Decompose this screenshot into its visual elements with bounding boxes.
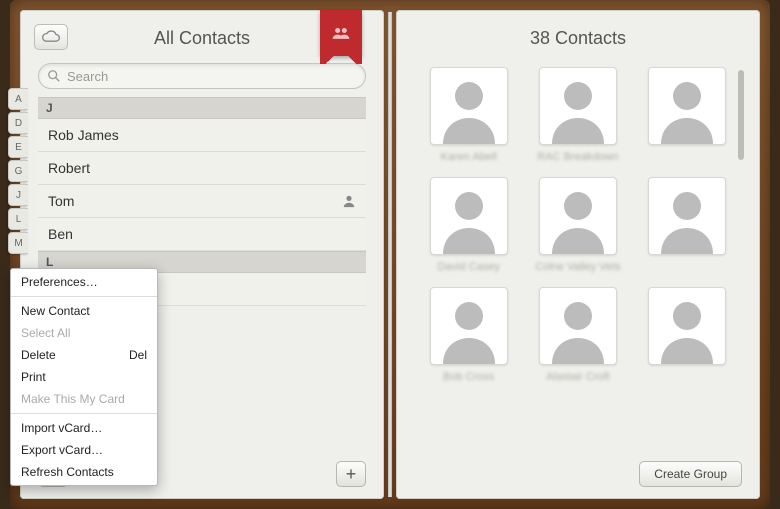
menu-item[interactable]: New Contact [11,300,157,322]
create-group-button[interactable]: Create Group [639,461,742,487]
index-tab-g[interactable]: G [8,160,28,182]
person-icon [546,74,610,144]
contact-card[interactable]: Karen Abell [424,67,513,163]
list-item[interactable]: Rob James [38,119,366,152]
right-page: 38 Contacts Karen Abell RAC Breakdown Davi… [396,10,760,499]
index-tab-m[interactable]: M [8,232,28,254]
avatar [648,177,726,255]
avatar [539,177,617,255]
contact-name: David Casey [437,261,499,273]
person-icon [546,184,610,254]
menu-item[interactable]: Import vCard… [11,417,157,439]
avatar [430,177,508,255]
person-icon [342,194,356,208]
book-spine [388,12,392,497]
contact-name: Karen Abell [441,151,497,163]
menu-item: Select All [11,322,157,344]
contact-card[interactable] [643,177,732,273]
plus-icon: + [346,464,357,485]
list-section: J [38,97,366,119]
contact-card[interactable]: Alastair Croft [533,287,622,383]
menu-item[interactable]: Export vCard… [11,439,157,461]
person-icon [546,294,610,364]
avatar [648,67,726,145]
list-item[interactable]: Tom [38,185,366,218]
list-item[interactable]: Ben [38,218,366,251]
menu-item[interactable]: Print [11,366,157,388]
contact-name: Alastair Croft [546,371,610,383]
context-menu: Preferences… New ContactSelect AllDeleteD… [10,268,158,486]
scrollbar[interactable] [738,70,744,160]
index-tabs: ADEGJLM [8,88,28,254]
avatar [430,287,508,365]
page-title-right: 38 Contacts [396,28,760,49]
search-icon [47,69,61,83]
contact-card[interactable]: Colne Valley Vets [533,177,622,273]
avatar [648,287,726,365]
index-tab-e[interactable]: E [8,136,28,158]
avatar [539,67,617,145]
index-tab-j[interactable]: J [8,184,28,206]
bookmark-ribbon[interactable] [320,10,362,56]
cloud-icon [41,30,61,44]
menu-item[interactable]: Refresh Contacts [11,461,157,483]
add-button[interactable]: + [336,461,366,487]
person-icon [655,294,719,364]
cloud-button[interactable] [34,24,68,50]
index-tab-d[interactable]: D [8,112,28,134]
menu-item[interactable]: DeleteDel [11,344,157,366]
contact-card[interactable] [643,287,732,383]
menu-item: Make This My Card [11,388,157,410]
person-icon [437,294,501,364]
contact-card[interactable]: David Casey [424,177,513,273]
menu-separator [11,296,157,297]
contact-name: Bob Cross [443,371,494,383]
contact-name: RAC Breakdown [537,151,618,163]
people-icon [331,26,351,40]
search-input[interactable] [38,63,366,89]
avatar [539,287,617,365]
contact-card[interactable]: RAC Breakdown [533,67,622,163]
index-tab-a[interactable]: A [8,88,28,110]
person-icon [655,74,719,144]
menu-separator [11,413,157,414]
menu-item[interactable]: Preferences… [11,271,157,293]
list-item[interactable]: Robert [38,152,366,185]
person-icon [437,74,501,144]
index-tab-l[interactable]: L [8,208,28,230]
person-icon [437,184,501,254]
contact-card[interactable]: Bob Cross [424,287,513,383]
avatar [430,67,508,145]
person-icon [655,184,719,254]
contact-name: Colne Valley Vets [535,261,620,273]
contact-card[interactable] [643,67,732,163]
contact-grid: Karen Abell RAC Breakdown David Casey Colne… [424,67,732,499]
